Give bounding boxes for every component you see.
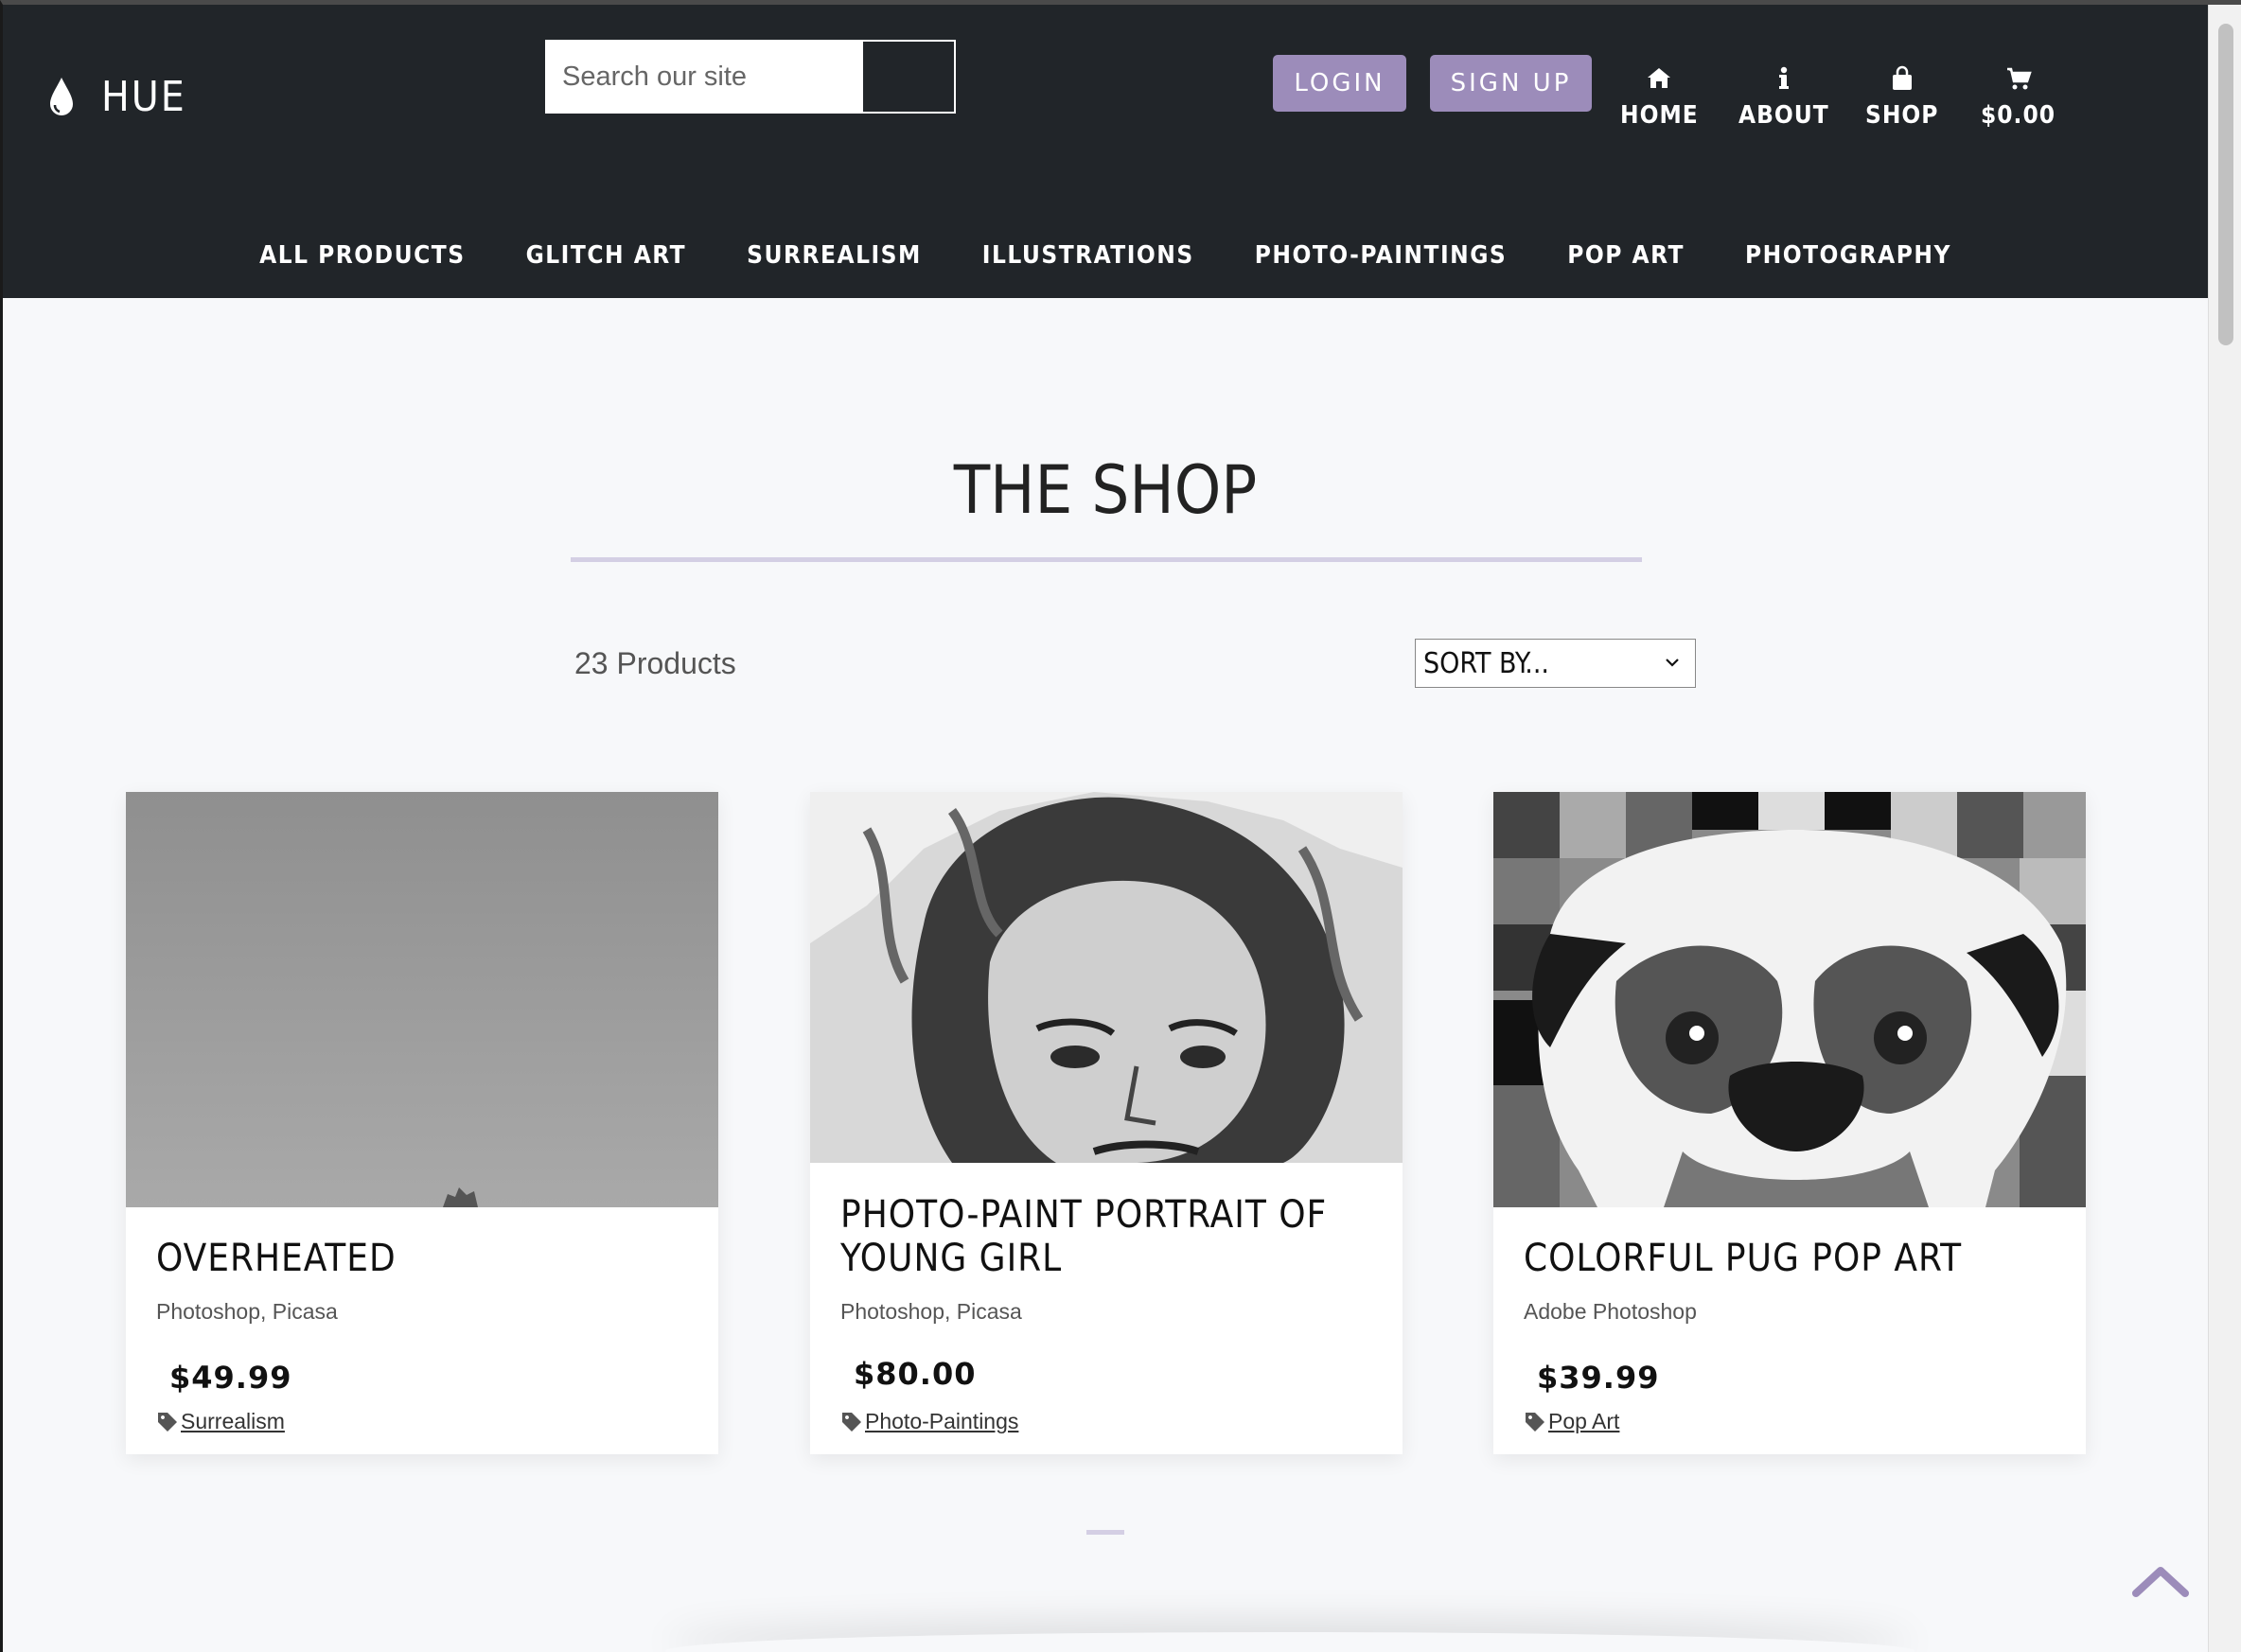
category-photography[interactable]: PHOTOGRAPHY [1745, 241, 1951, 270]
brand-logo[interactable]: HUE [46, 73, 186, 121]
info-icon [1778, 66, 1789, 89]
product-tag: Pop Art [1524, 1409, 1619, 1434]
product-price: $80.00 [854, 1356, 977, 1392]
pagination-indicator[interactable] [1086, 1530, 1124, 1535]
scroll-to-top-button[interactable] [2130, 1561, 2191, 1603]
scrollbar-thumb[interactable] [2218, 24, 2233, 345]
search-button[interactable] [863, 40, 956, 114]
shopping-bag-icon [1892, 65, 1912, 90]
product-image-overheated [126, 792, 718, 1207]
cart-icon [2006, 67, 2032, 90]
cart-total: $0.00 [1981, 101, 2056, 130]
nav-home[interactable]: HOME [1620, 65, 1699, 130]
nav-shop-label: SHOP [1865, 101, 1939, 130]
title-divider [571, 557, 1642, 562]
page-scrollbar[interactable] [2208, 5, 2241, 1652]
category-glitch-art[interactable]: GLITCH ART [526, 241, 687, 270]
nav-home-label: HOME [1620, 101, 1699, 130]
nav-cart[interactable]: $0.00 [1981, 65, 2056, 130]
product-tag-link[interactable]: Pop Art [1548, 1409, 1619, 1434]
site-search [545, 40, 956, 114]
product-tag-link[interactable]: Surrealism [181, 1409, 285, 1434]
product-tag: Surrealism [156, 1409, 285, 1434]
product-price: $39.99 [1537, 1360, 1660, 1396]
product-title[interactable]: PHOTO-PAINT PORTRAIT OF YOUNG GIRL [840, 1193, 1380, 1280]
product-tag-link[interactable]: Photo-Paintings [865, 1409, 1018, 1434]
product-tools: Adobe Photoshop [1524, 1299, 1697, 1324]
product-image-portrait [810, 792, 1403, 1163]
droplet-icon [50, 77, 73, 115]
product-card[interactable]: COLORFUL PUG POP ART Adobe Photoshop $39… [1493, 792, 2086, 1454]
category-photo-paintings[interactable]: PHOTO-PAINTINGS [1255, 241, 1508, 270]
product-tag: Photo-Paintings [840, 1409, 1018, 1434]
search-input[interactable] [545, 40, 863, 114]
chevron-up-icon [2132, 1567, 2189, 1597]
tag-icon [158, 1412, 177, 1432]
browser-window: HUE LOGIN SIGN UP HOME ABOUT [0, 0, 2241, 1652]
product-count: 23 Products [574, 646, 736, 680]
product-image[interactable] [126, 792, 718, 1207]
brand-name: HUE [101, 73, 186, 121]
page-title: THE SHOP [953, 451, 1258, 529]
category-all-products[interactable]: ALL PRODUCTS [259, 241, 465, 270]
login-button[interactable]: LOGIN [1273, 55, 1406, 112]
category-surrealism[interactable]: SURREALISM [747, 241, 922, 270]
tag-icon [1526, 1412, 1544, 1432]
category-nav: ALL PRODUCTS GLITCH ART SURREALISM ILLUS… [3, 241, 2208, 270]
tag-icon [842, 1412, 861, 1432]
nav-shop[interactable]: SHOP [1865, 65, 1938, 130]
category-pop-art[interactable]: POP ART [1567, 241, 1685, 270]
product-tools: Photoshop, Picasa [156, 1299, 338, 1324]
chevron-down-icon [1666, 659, 1679, 667]
category-illustrations[interactable]: ILLUSTRATIONS [982, 241, 1194, 270]
product-tools: Photoshop, Picasa [840, 1299, 1022, 1324]
nav-about-label: ABOUT [1738, 101, 1829, 130]
site-header: HUE LOGIN SIGN UP HOME ABOUT [3, 5, 2208, 298]
signup-button[interactable]: SIGN UP [1430, 55, 1592, 112]
nav-about[interactable]: ABOUT [1738, 65, 1829, 130]
product-image-pug [1493, 792, 2086, 1207]
product-title[interactable]: COLORFUL PUG POP ART [1524, 1237, 2063, 1280]
home-icon [1648, 68, 1671, 88]
product-price: $49.99 [169, 1360, 292, 1396]
sort-select-label: SORT BY... [1423, 646, 1549, 680]
sort-select[interactable]: SORT BY... [1415, 639, 1696, 688]
product-image[interactable] [810, 792, 1403, 1163]
product-card[interactable]: PHOTO-PAINT PORTRAIT OF YOUNG GIRL Photo… [810, 792, 1403, 1454]
footer-shadow [665, 1632, 1915, 1652]
product-image[interactable] [1493, 792, 2086, 1207]
product-card[interactable]: OVERHEATED Photoshop, Picasa $49.99 Surr… [126, 792, 718, 1454]
product-title[interactable]: OVERHEATED [156, 1237, 696, 1280]
